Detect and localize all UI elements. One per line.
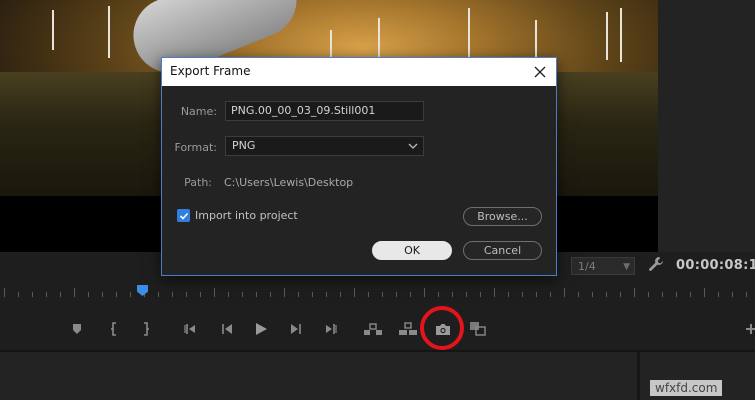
time-ruler[interactable] [0, 288, 755, 302]
close-icon[interactable] [530, 62, 550, 82]
ruler-tick [116, 292, 117, 297]
ruler-tick [46, 292, 47, 297]
play-icon[interactable] [250, 316, 272, 342]
step-back-icon[interactable] [216, 316, 238, 342]
ruler-tick [270, 292, 271, 297]
ruler-tick [676, 292, 677, 297]
comparison-view-icon[interactable] [467, 316, 489, 342]
format-label: Format: [174, 141, 217, 154]
ruler-tick [690, 292, 691, 297]
ruler-tick [718, 292, 719, 297]
ruler-tick [606, 292, 607, 297]
ok-button[interactable]: OK [372, 241, 452, 260]
ruler-tick [396, 292, 397, 297]
dialog-title: Export Frame [170, 64, 251, 78]
name-input[interactable]: PNG.00_00_03_09.Still001 [225, 101, 424, 121]
ruler-tick [354, 288, 355, 297]
ruler-tick [648, 292, 649, 297]
ruler-tick [494, 288, 495, 297]
ruler-tick [746, 292, 747, 297]
ruler-tick [284, 288, 285, 297]
ruler-tick [186, 292, 187, 297]
ruler-tick [704, 288, 705, 297]
ruler-tick [172, 292, 173, 297]
add-button-icon[interactable] [740, 316, 755, 342]
path-value: C:\Users\Lewis\Desktop [224, 176, 354, 189]
chevron-down-icon: ▼ [623, 262, 630, 272]
mark-out-icon[interactable] [135, 316, 157, 342]
ruler-tick [4, 288, 5, 297]
transport-controls [0, 316, 755, 342]
ruler-tick [732, 292, 733, 297]
ruler-tick [340, 292, 341, 297]
ruler-tick [256, 292, 257, 297]
import-into-project-checkbox[interactable] [177, 209, 190, 222]
ruler-tick [242, 292, 243, 297]
mark-in-icon[interactable] [103, 316, 125, 342]
panel-separator [637, 352, 640, 400]
ruler-tick [368, 292, 369, 297]
ruler-tick [32, 292, 33, 297]
ruler-tick [452, 292, 453, 297]
extract-icon[interactable] [397, 316, 419, 342]
watermark: wfxfd.com [650, 380, 723, 396]
wrench-icon[interactable] [648, 256, 666, 274]
ruler-tick [60, 292, 61, 297]
ruler-tick [424, 288, 425, 297]
ruler-tick [620, 292, 621, 297]
browse-button[interactable]: Browse... [463, 207, 542, 226]
ruler-tick [130, 292, 131, 297]
ruler-tick [214, 288, 215, 297]
step-forward-icon[interactable] [285, 316, 307, 342]
dialog-titlebar[interactable]: Export Frame [162, 58, 556, 86]
ruler-tick [662, 292, 663, 297]
ruler-tick [466, 292, 467, 297]
ruler-tick [410, 292, 411, 297]
path-label: Path: [184, 176, 212, 189]
ruler-tick [564, 288, 565, 297]
ruler-tick [18, 292, 19, 297]
name-label: Name: [180, 105, 217, 118]
ruler-tick [158, 292, 159, 297]
ruler-tick [550, 292, 551, 297]
go-to-out-icon[interactable] [319, 316, 341, 342]
ruler-tick [200, 292, 201, 297]
ruler-tick [592, 292, 593, 297]
format-select-value: PNG [232, 139, 256, 152]
ruler-tick [480, 292, 481, 297]
ruler-tick [438, 292, 439, 297]
ruler-tick [634, 288, 635, 297]
timeline-panel [0, 352, 755, 400]
ruler-tick [508, 292, 509, 297]
import-into-project-label[interactable]: Import into project [195, 209, 298, 222]
ruler-tick [578, 292, 579, 297]
ruler-tick [382, 292, 383, 297]
playback-resolution-value: 1/4 [578, 260, 596, 273]
export-frame-dialog: Export Frame Name: PNG.00_00_03_09.Still… [161, 57, 557, 276]
ruler-tick [102, 292, 103, 297]
add-marker-icon[interactable] [66, 316, 88, 342]
format-select[interactable]: PNG [225, 136, 424, 156]
playhead-timecode[interactable]: 00:00:08:18 [676, 258, 755, 273]
monitor-side-panel [658, 0, 755, 252]
ruler-tick [326, 292, 327, 297]
ruler-tick [522, 292, 523, 297]
playback-resolution-select[interactable]: 1/4 ▼ [571, 257, 635, 275]
ruler-tick [88, 292, 89, 297]
chevron-down-icon [408, 137, 418, 161]
highlight-circle [420, 306, 464, 350]
go-to-in-icon[interactable] [180, 316, 202, 342]
ruler-tick [228, 292, 229, 297]
ruler-tick [298, 292, 299, 297]
ruler-tick [74, 288, 75, 297]
lift-icon[interactable] [362, 316, 384, 342]
ruler-tick [536, 292, 537, 297]
ruler-tick [312, 292, 313, 297]
cancel-button[interactable]: Cancel [463, 241, 542, 260]
